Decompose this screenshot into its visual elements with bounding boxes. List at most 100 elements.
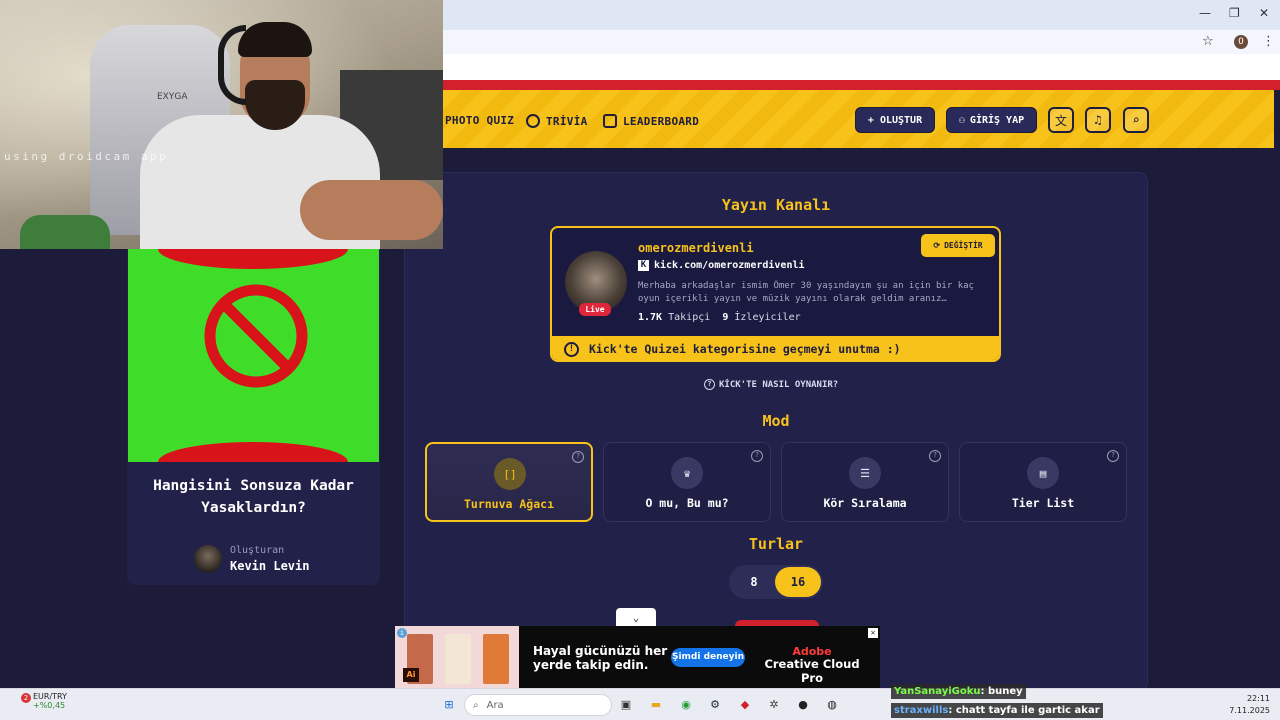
mode-section-title: Mod <box>762 412 790 430</box>
obs-icon[interactable]: ● <box>794 696 812 714</box>
site-header: PHOTO QUIZ TRİVİA LEADERBOARD + OLUŞTUR … <box>443 90 1274 148</box>
quiz-card[interactable]: Hangisini Sonsuza Kadar Yasaklardın? Olu… <box>127 249 380 585</box>
adobe-ad-banner[interactable]: Ai i Hayal gücünüzü her yerde takip edin… <box>395 626 880 688</box>
change-channel-button[interactable]: ⟳ DEĞİŞTİR <box>921 234 995 257</box>
search-icon[interactable]: ⌕ <box>1123 107 1149 133</box>
channel-link[interactable]: K kick.com/omerozmerdivenli <box>638 260 805 271</box>
close-icon[interactable]: ✕ <box>1259 6 1269 20</box>
channel-stats: 1.7K Takipçi 9 İzleyiciler <box>638 312 801 323</box>
bell-icon[interactable]: ♫ <box>1085 107 1111 133</box>
chrome-icon[interactable]: ◉ <box>677 696 695 714</box>
nav-leaderboard[interactable]: LEADERBOARD <box>603 114 699 128</box>
webcam-overlay-text: using droidcam app <box>4 150 169 163</box>
close-icon[interactable]: ✕ <box>868 628 878 638</box>
channel-name[interactable]: omerozmerdivenli <box>638 241 754 255</box>
ad-info-icon[interactable]: i <box>397 628 407 638</box>
notification-badge: 2 <box>21 693 31 703</box>
avatar <box>194 545 222 573</box>
browser-title-bar: — ❐ ✕ <box>443 0 1280 30</box>
app-icon[interactable]: ◍ <box>823 696 841 714</box>
create-button-label: + OLUŞTUR <box>867 114 923 126</box>
crown-icon: ♛ <box>671 457 703 489</box>
taskbar-search[interactable]: ⌕ Ara <box>464 694 612 716</box>
nav-trivia-label: TRİVİA <box>546 114 588 128</box>
mode-label: Turnuva Ağacı <box>463 497 554 511</box>
browser-menu-icon[interactable]: ⋮ <box>1262 34 1275 49</box>
creator-name[interactable]: Kevin Levin <box>230 559 309 573</box>
bookmark-star-icon[interactable]: ☆ <box>1202 34 1214 49</box>
chat-user: straxwills <box>894 705 949 716</box>
nav-photo-quiz-label: PHOTO QUIZ <box>445 114 515 127</box>
chat-text: : chatt tayfa ile gartic akar <box>948 705 1100 716</box>
settings-icon[interactable]: ✲ <box>765 696 783 714</box>
channel-card: Live omerozmerdivenli K kick.com/omerozm… <box>550 226 1001 362</box>
mode-tier-list[interactable]: ▤ Tier List ? <box>959 442 1127 522</box>
warning-icon: ! <box>564 341 579 357</box>
change-channel-label: DEĞİŞTİR <box>944 241 983 250</box>
mode-label: Kör Sıralama <box>823 496 907 510</box>
task-view-icon[interactable]: ▣ <box>617 696 635 714</box>
quiz-thumbnail <box>128 249 379 462</box>
nav-photo-quiz[interactable]: PHOTO QUIZ <box>445 114 514 127</box>
ad-brand-top: Adobe <box>792 645 832 658</box>
restore-icon[interactable]: ❐ <box>1229 6 1240 20</box>
user-icon: ⚇ <box>958 114 965 126</box>
translate-icon[interactable]: 文 <box>1048 107 1074 133</box>
rounds-section-title: Turlar <box>748 535 804 553</box>
how-to-play-link[interactable]: ? KİCK'TE NASIL OYNANIR? <box>704 379 838 390</box>
ad-cta-button[interactable]: Şimdi deneyin <box>671 648 745 667</box>
help-icon[interactable]: ? <box>929 450 941 462</box>
chair-brand: EXYGA <box>157 92 188 102</box>
mode-blind-ranking[interactable]: ☰ Kör Sıralama ? <box>781 442 949 522</box>
taskbar-clock[interactable]: 22:11 7.11.2025 <box>1229 693 1270 717</box>
round-option-8[interactable]: 8 <box>731 567 777 597</box>
illustrator-icon: Ai <box>403 668 419 682</box>
login-button[interactable]: ⚇ GİRİŞ YAP <box>946 107 1037 133</box>
medal-icon <box>603 114 617 128</box>
profile-avatar[interactable]: O <box>1234 35 1248 49</box>
windows-start-icon[interactable]: ⊞ <box>440 696 458 714</box>
help-icon[interactable]: ? <box>1107 450 1119 462</box>
ad-tile <box>483 634 509 684</box>
ad-tile <box>445 634 471 684</box>
round-option-16[interactable]: 16 <box>775 567 821 597</box>
channel-section-title: Yayın Kanalı <box>721 196 831 214</box>
channel-notice-text: Kick'te Quizei kategorisine geçmeyi unut… <box>589 342 901 356</box>
help-icon[interactable]: ? <box>751 450 763 462</box>
app-icon[interactable]: ◆ <box>736 696 754 714</box>
bracket-icon: [] <box>494 458 526 490</box>
quiz-title: Hangisini Sonsuza Kadar Yasaklardın? <box>153 478 354 516</box>
steam-icon[interactable]: ⚙ <box>706 696 724 714</box>
mode-this-or-that[interactable]: ♛ O mu, Bu mu? ? <box>603 442 771 522</box>
channel-description: Merhaba arkadaşlar ismim Ömer 30 yaşında… <box>638 281 974 304</box>
followers-label: Takipçi <box>668 312 711 323</box>
chat-question-icon <box>526 114 540 128</box>
help-icon: ? <box>704 379 715 390</box>
nav-trivia[interactable]: TRİVİA <box>526 114 588 128</box>
create-button[interactable]: + OLUŞTUR <box>855 107 935 133</box>
nav-leaderboard-label: LEADERBOARD <box>623 114 700 128</box>
page-top-area <box>443 54 1280 80</box>
minimize-icon[interactable]: — <box>1199 6 1211 20</box>
rounds-toggle: 8 16 <box>729 565 823 599</box>
address-bar[interactable] <box>443 30 1280 54</box>
viewers-label: İzleyiciler <box>734 312 801 323</box>
chevron-down-icon[interactable]: ⌄ <box>616 608 656 627</box>
tier-list-icon: ▤ <box>1027 457 1059 489</box>
webcam-overlay: EXYGA using droidcam app <box>0 0 443 249</box>
how-to-play-label: KİCK'TE NASIL OYNANIR? <box>719 379 839 390</box>
creator-label: Oluşturan <box>230 545 285 556</box>
ad-image: Ai <box>395 626 519 688</box>
clock-time: 22:11 <box>1246 694 1270 703</box>
channel-notice: ! Kick'te Quizei kategorisine geçmeyi un… <box>552 336 999 360</box>
mode-tournament-bracket[interactable]: [] Turnuva Ağacı ? <box>425 442 593 522</box>
file-explorer-icon[interactable]: ▬ <box>647 696 665 714</box>
webcam-green-object <box>20 215 110 249</box>
help-icon[interactable]: ? <box>572 451 584 463</box>
kick-logo-icon: K <box>638 260 649 271</box>
mode-label: Tier List <box>1011 496 1075 510</box>
live-badge: Live <box>579 303 611 316</box>
channel-link-text: kick.com/omerozmerdivenli <box>654 260 805 271</box>
search-placeholder: Ara <box>486 699 504 711</box>
viewers-count: 9 <box>722 312 729 323</box>
